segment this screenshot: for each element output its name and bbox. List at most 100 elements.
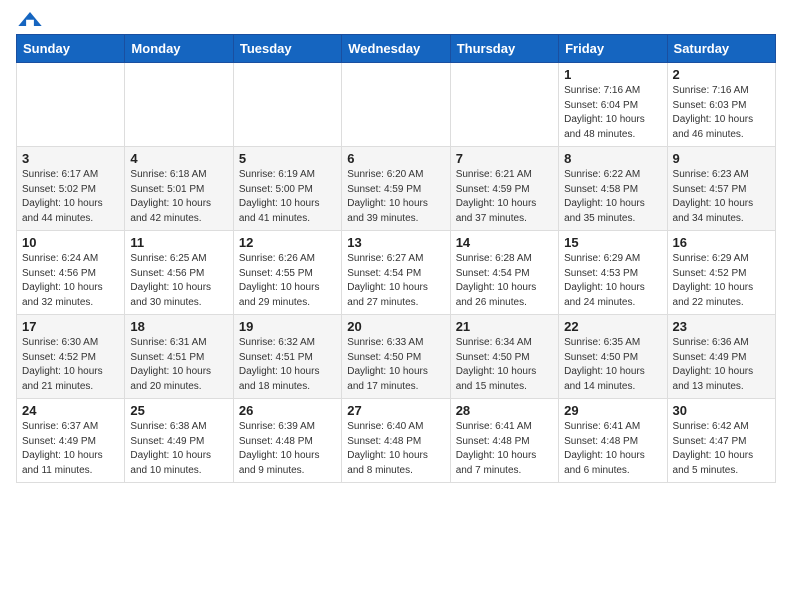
calendar-week-3: 10Sunrise: 6:24 AM Sunset: 4:56 PM Dayli… xyxy=(17,231,776,315)
calendar-week-2: 3 Sunrise: 6:17 AM Sunset: 5:02 PM Daylig… xyxy=(17,147,776,231)
day-number: 15 xyxy=(564,235,661,250)
day-info: Sunrise: 6:36 AM Sunset: 4:49 PM Dayligh… xyxy=(673,336,770,394)
day-number: 7 xyxy=(456,151,553,166)
calendar-cell xyxy=(17,63,125,147)
day-info: Sunrise: 6:22 AM Sunset: 4:58 PM Dayligh… xyxy=(564,168,661,226)
day-number: 1 xyxy=(564,67,661,82)
calendar-cell: 10Sunrise: 6:24 AM Sunset: 4:56 PM Dayli… xyxy=(17,231,125,315)
day-number: 5 xyxy=(239,151,336,166)
calendar-cell: 7 Sunrise: 6:21 AM Sunset: 4:59 PM Daylig… xyxy=(450,147,558,231)
calendar-cell: 8 Sunrise: 6:22 AM Sunset: 4:58 PM Daylig… xyxy=(559,147,667,231)
calendar-cell: 4Sunrise: 6:18 AM Sunset: 5:01 PM Daylig… xyxy=(125,147,233,231)
day-number: 16 xyxy=(673,235,770,250)
day-info: Sunrise: 6:21 AM Sunset: 4:59 PM Dayligh… xyxy=(456,168,553,226)
day-info: Sunrise: 6:38 AM Sunset: 4:49 PM Dayligh… xyxy=(130,420,227,478)
calendar-cell: 28 Sunrise: 6:41 AM Sunset: 4:48 PM Dayli… xyxy=(450,399,558,483)
day-number: 20 xyxy=(347,319,444,334)
calendar-cell: 23 Sunrise: 6:36 AM Sunset: 4:49 PM Dayli… xyxy=(667,315,775,399)
day-info: Sunrise: 6:20 AM Sunset: 4:59 PM Dayligh… xyxy=(347,168,444,226)
day-number: 12 xyxy=(239,235,336,250)
logo-icon xyxy=(18,12,42,26)
day-info: Sunrise: 7:16 AM Sunset: 6:04 PM Dayligh… xyxy=(564,84,661,142)
day-info: Sunrise: 6:27 AM Sunset: 4:54 PM Dayligh… xyxy=(347,252,444,310)
header-friday: Friday xyxy=(559,35,667,63)
header-thursday: Thursday xyxy=(450,35,558,63)
calendar-cell: 29 Sunrise: 6:41 AM Sunset: 4:48 PM Dayli… xyxy=(559,399,667,483)
day-info: Sunrise: 6:19 AM Sunset: 5:00 PM Dayligh… xyxy=(239,168,336,226)
day-number: 29 xyxy=(564,403,661,418)
day-number: 22 xyxy=(564,319,661,334)
day-number: 26 xyxy=(239,403,336,418)
day-info: Sunrise: 6:41 AM Sunset: 4:48 PM Dayligh… xyxy=(564,420,661,478)
day-info: Sunrise: 6:25 AM Sunset: 4:56 PM Dayligh… xyxy=(130,252,227,310)
calendar-cell: 2 Sunrise: 7:16 AM Sunset: 6:03 PM Daylig… xyxy=(667,63,775,147)
calendar-cell: 16 Sunrise: 6:29 AM Sunset: 4:52 PM Dayli… xyxy=(667,231,775,315)
day-info: Sunrise: 6:30 AM Sunset: 4:52 PM Dayligh… xyxy=(22,336,119,394)
header-wednesday: Wednesday xyxy=(342,35,450,63)
day-info: Sunrise: 6:39 AM Sunset: 4:48 PM Dayligh… xyxy=(239,420,336,478)
calendar-cell: 3 Sunrise: 6:17 AM Sunset: 5:02 PM Daylig… xyxy=(17,147,125,231)
calendar-cell: 17 Sunrise: 6:30 AM Sunset: 4:52 PM Dayli… xyxy=(17,315,125,399)
calendar-cell: 27 Sunrise: 6:40 AM Sunset: 4:48 PM Dayli… xyxy=(342,399,450,483)
day-number: 2 xyxy=(673,67,770,82)
day-number: 24 xyxy=(22,403,119,418)
day-number: 30 xyxy=(673,403,770,418)
day-info: Sunrise: 6:17 AM Sunset: 5:02 PM Dayligh… xyxy=(22,168,119,226)
calendar-week-1: 1 Sunrise: 7:16 AM Sunset: 6:04 PM Daylig… xyxy=(17,63,776,147)
calendar-cell xyxy=(342,63,450,147)
day-info: Sunrise: 6:42 AM Sunset: 4:47 PM Dayligh… xyxy=(673,420,770,478)
calendar: SundayMondayTuesdayWednesdayThursdayFrid… xyxy=(16,34,776,483)
calendar-cell: 12 Sunrise: 6:26 AM Sunset: 4:55 PM Dayli… xyxy=(233,231,341,315)
calendar-cell: 5 Sunrise: 6:19 AM Sunset: 5:00 PM Daylig… xyxy=(233,147,341,231)
day-info: Sunrise: 6:26 AM Sunset: 4:55 PM Dayligh… xyxy=(239,252,336,310)
calendar-cell: 11Sunrise: 6:25 AM Sunset: 4:56 PM Dayli… xyxy=(125,231,233,315)
day-info: Sunrise: 6:35 AM Sunset: 4:50 PM Dayligh… xyxy=(564,336,661,394)
day-info: Sunrise: 6:40 AM Sunset: 4:48 PM Dayligh… xyxy=(347,420,444,478)
header xyxy=(16,16,776,26)
day-number: 6 xyxy=(347,151,444,166)
header-monday: Monday xyxy=(125,35,233,63)
calendar-cell: 9 Sunrise: 6:23 AM Sunset: 4:57 PM Daylig… xyxy=(667,147,775,231)
day-number: 25 xyxy=(130,403,227,418)
day-number: 23 xyxy=(673,319,770,334)
calendar-cell: 15 Sunrise: 6:29 AM Sunset: 4:53 PM Dayli… xyxy=(559,231,667,315)
logo xyxy=(16,16,42,26)
calendar-cell: 21 Sunrise: 6:34 AM Sunset: 4:50 PM Dayli… xyxy=(450,315,558,399)
calendar-cell: 30 Sunrise: 6:42 AM Sunset: 4:47 PM Dayli… xyxy=(667,399,775,483)
calendar-cell: 6 Sunrise: 6:20 AM Sunset: 4:59 PM Daylig… xyxy=(342,147,450,231)
day-number: 13 xyxy=(347,235,444,250)
day-number: 21 xyxy=(456,319,553,334)
day-number: 14 xyxy=(456,235,553,250)
header-sunday: Sunday xyxy=(17,35,125,63)
calendar-cell: 22 Sunrise: 6:35 AM Sunset: 4:50 PM Dayli… xyxy=(559,315,667,399)
day-number: 27 xyxy=(347,403,444,418)
calendar-cell: 1 Sunrise: 7:16 AM Sunset: 6:04 PM Daylig… xyxy=(559,63,667,147)
day-info: Sunrise: 6:23 AM Sunset: 4:57 PM Dayligh… xyxy=(673,168,770,226)
header-saturday: Saturday xyxy=(667,35,775,63)
day-number: 3 xyxy=(22,151,119,166)
day-number: 9 xyxy=(673,151,770,166)
header-tuesday: Tuesday xyxy=(233,35,341,63)
day-info: Sunrise: 6:29 AM Sunset: 4:53 PM Dayligh… xyxy=(564,252,661,310)
day-info: Sunrise: 6:18 AM Sunset: 5:01 PM Dayligh… xyxy=(130,168,227,226)
day-number: 19 xyxy=(239,319,336,334)
day-info: Sunrise: 6:34 AM Sunset: 4:50 PM Dayligh… xyxy=(456,336,553,394)
calendar-cell: 20 Sunrise: 6:33 AM Sunset: 4:50 PM Dayli… xyxy=(342,315,450,399)
day-info: Sunrise: 6:33 AM Sunset: 4:50 PM Dayligh… xyxy=(347,336,444,394)
calendar-cell: 24 Sunrise: 6:37 AM Sunset: 4:49 PM Dayli… xyxy=(17,399,125,483)
day-info: Sunrise: 6:31 AM Sunset: 4:51 PM Dayligh… xyxy=(130,336,227,394)
calendar-cell: 13 Sunrise: 6:27 AM Sunset: 4:54 PM Dayli… xyxy=(342,231,450,315)
day-number: 8 xyxy=(564,151,661,166)
day-info: Sunrise: 6:29 AM Sunset: 4:52 PM Dayligh… xyxy=(673,252,770,310)
day-number: 18 xyxy=(130,319,227,334)
day-info: Sunrise: 7:16 AM Sunset: 6:03 PM Dayligh… xyxy=(673,84,770,142)
calendar-cell xyxy=(450,63,558,147)
day-info: Sunrise: 6:37 AM Sunset: 4:49 PM Dayligh… xyxy=(22,420,119,478)
day-number: 17 xyxy=(22,319,119,334)
day-info: Sunrise: 6:28 AM Sunset: 4:54 PM Dayligh… xyxy=(456,252,553,310)
day-info: Sunrise: 6:32 AM Sunset: 4:51 PM Dayligh… xyxy=(239,336,336,394)
day-info: Sunrise: 6:41 AM Sunset: 4:48 PM Dayligh… xyxy=(456,420,553,478)
calendar-cell: 14 Sunrise: 6:28 AM Sunset: 4:54 PM Dayli… xyxy=(450,231,558,315)
calendar-cell xyxy=(125,63,233,147)
day-number: 28 xyxy=(456,403,553,418)
